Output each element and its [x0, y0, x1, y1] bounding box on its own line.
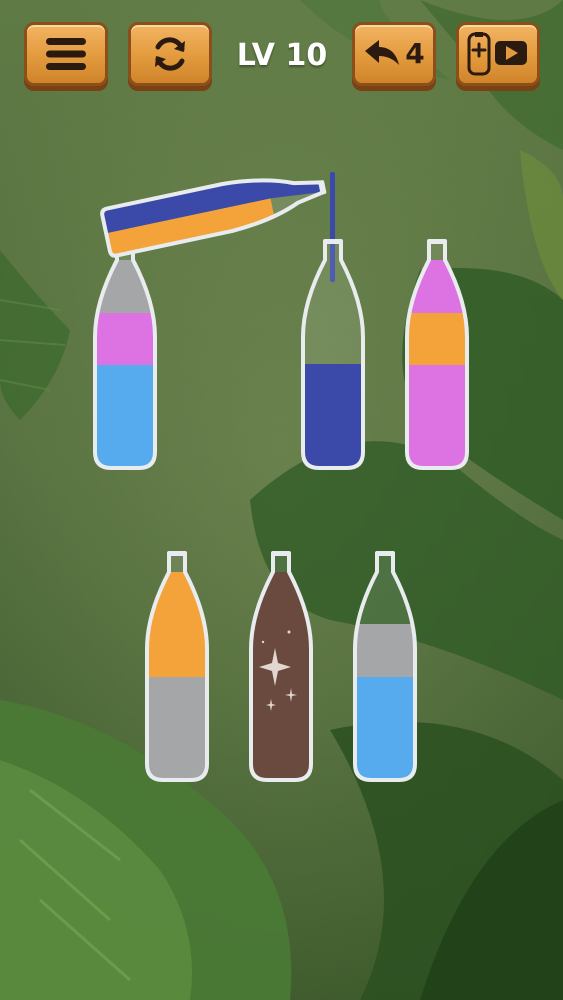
add-bottle-video-icon [467, 32, 529, 76]
undo-arrow-icon [363, 39, 401, 69]
restart-button[interactable] [128, 22, 212, 86]
liquid-layer-blue [303, 364, 363, 417]
bottle-rim [167, 551, 187, 556]
liquid-layer-gray [355, 624, 415, 677]
refresh-icon [149, 33, 191, 75]
liquid-layer-light_blue [355, 728, 415, 780]
liquid-layer-orange [407, 312, 467, 365]
liquid-layer-pink [407, 364, 467, 417]
liquid-layer-light_blue [95, 364, 155, 417]
undo-button[interactable]: 4 [352, 22, 436, 86]
liquid-layer-brown [251, 676, 311, 729]
bottle-liquid [355, 624, 415, 780]
liquid-layer-brown [251, 728, 311, 780]
bottle-rim [323, 239, 343, 244]
jungle-background [0, 0, 563, 1000]
liquid-layer-blue [303, 416, 363, 468]
bottle-rim [375, 551, 395, 556]
game-board [0, 0, 563, 1000]
liquid-layer-gray [147, 728, 207, 780]
liquid-layer-gray [147, 676, 207, 729]
bottle-rim [427, 239, 447, 244]
undo-count: 4 [405, 37, 425, 70]
level-label: LV 10 [236, 38, 328, 73]
liquid-layer-pink [407, 416, 467, 468]
liquid-layer-light_blue [95, 416, 155, 468]
liquid-layer-orange [147, 624, 207, 677]
bottle-liquid [303, 364, 363, 468]
liquid-layer-pink [95, 312, 155, 365]
bottle-rim [271, 551, 291, 556]
liquid-layer-light_blue [355, 676, 415, 729]
add-bottle-video-button[interactable] [456, 22, 540, 86]
menu-button[interactable] [24, 22, 108, 86]
hamburger-menu-icon [44, 36, 88, 72]
